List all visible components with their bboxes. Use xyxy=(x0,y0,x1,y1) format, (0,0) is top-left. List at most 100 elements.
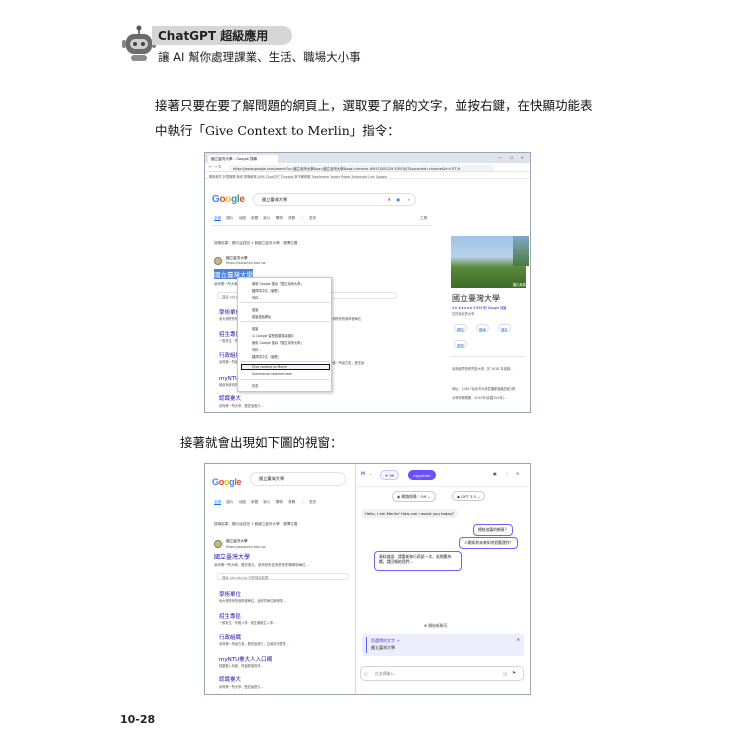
nav-arrows-icon[interactable]: ← → ↻ xyxy=(209,164,222,169)
summarize-selected-text-item[interactable]: Summarize selected text xyxy=(252,372,292,376)
merlin-chat-input[interactable]: ▢ 在這裡輸入... ◫ xyxy=(360,666,524,681)
context-menu-item[interactable]: 複製連結網址 xyxy=(252,314,271,319)
sitelink-desc: 臺灣第一所大學，歷史最悠久... xyxy=(219,404,264,408)
sitelink-desc: 臺大學院系所與學程單位，含研究單位與學院... xyxy=(219,599,286,603)
campus-photo-side[interactable] xyxy=(513,236,529,266)
search-icon[interactable]: ⌕ xyxy=(408,197,410,202)
result-title[interactable]: 國立臺灣大學 xyxy=(214,552,250,561)
tab-books[interactable]: 書籍 xyxy=(288,500,295,504)
image-icon[interactable]: ◫ xyxy=(503,671,507,676)
sitelink-title[interactable]: 認識臺大 xyxy=(219,394,241,402)
tab-all[interactable]: 全部 xyxy=(214,216,222,221)
sitelink-title[interactable]: myNTU臺大人入口網 xyxy=(219,655,272,663)
mic-icon[interactable]: ● xyxy=(396,197,400,202)
sitelink-title[interactable]: 認識臺大 xyxy=(219,675,241,683)
page-header: ChatGPT 超級應用 讓 AI 幫你處理課業、生活、職場大小事 xyxy=(122,22,422,66)
context-menu-item[interactable]: 翻譯成中文（繁體） xyxy=(252,288,281,293)
sitelink-desc: 臺灣第一所最古老，歷史最悠久... xyxy=(219,360,237,364)
merlin-greeting: Hello, I am Merlin! How can I assist you… xyxy=(361,509,458,518)
tab-videos[interactable]: 影片 xyxy=(263,500,270,504)
search-input[interactable]: 國立臺灣大學 xyxy=(250,472,346,486)
sitelink-title[interactable]: 行政組織 xyxy=(219,633,241,641)
tab-shopping[interactable]: 購物 xyxy=(276,216,283,220)
website-button[interactable]: 網站 xyxy=(454,324,467,332)
sitelink-desc: 臺大學院系所與學程單位 xyxy=(219,317,237,321)
new-chat-button[interactable]: ⊕ 開始新聊天 xyxy=(424,623,447,629)
more-icon[interactable]: ⋮ xyxy=(505,471,509,476)
attach-icon[interactable]: ▢ xyxy=(364,671,368,676)
sitelink-desc: 個臺系統資訊... xyxy=(219,383,237,387)
address-bar: ← → ↻ https://www.google.com/search?q=國立… xyxy=(205,163,530,172)
merlin-reply: 資料錯誤：請重新執行再試一次，若問題持續，請回報給我們... xyxy=(374,551,462,571)
context-menu-item[interactable]: 列印... xyxy=(252,295,261,300)
search-tabs: 全部 圖片 地圖 新聞 影片 購物 書籍 ⋮ 更多 xyxy=(214,216,316,221)
tab-maps[interactable]: 地圖 xyxy=(239,500,246,504)
context-menu-item[interactable]: 使用 Google 搜尋「國立臺灣大學」 xyxy=(252,340,304,345)
search-tabs: 全部 圖片 地圖 新聞 影片 購物 書籍 ⋮ 更多 xyxy=(214,500,316,505)
suggestion-chip[interactable]: 人類如何未來如何對應運作？ xyxy=(459,537,519,549)
chevron-down-icon[interactable]: ⌄ xyxy=(369,471,372,476)
web-access-toggle[interactable]: ◉ 網路搜尋：Off ⌄ xyxy=(392,491,436,502)
merlin-panel: M ⌄ ✦ 99 Upgrade! ▣ ⋮ ✕ ◉ 網路搜尋：Off ⌄ ◆ G… xyxy=(355,465,530,694)
sitelink-title[interactable]: 招生專區 xyxy=(219,612,241,620)
sitelink-desc: 校園登入系統，快速連接資訊... xyxy=(219,664,264,668)
menu-divider xyxy=(240,361,330,362)
sitelink-desc: 一般考生 · 外籍入學 · 僑生... xyxy=(219,339,237,343)
menu-divider xyxy=(240,321,330,322)
sitelink-title[interactable]: 學術單位 xyxy=(219,590,241,598)
entity-address: 地址：10617台北市大安區羅斯福路四段1號 xyxy=(452,387,516,391)
give-context-to-merlin-item[interactable]: Give context to Merlin xyxy=(252,365,287,369)
context-menu-item[interactable]: 複製 xyxy=(252,326,258,331)
close-icon[interactable]: ✕ xyxy=(517,637,520,642)
tab-images[interactable]: 圖片 xyxy=(226,216,233,220)
upgrade-button[interactable]: Upgrade! xyxy=(408,470,436,480)
tab-books[interactable]: 書籍 xyxy=(288,216,295,220)
tab-videos[interactable]: 影片 xyxy=(263,216,270,220)
context-menu-item[interactable]: 列印... xyxy=(252,347,261,352)
tab-maps[interactable]: 地圖 xyxy=(239,216,246,220)
tab-shopping[interactable]: 購物 xyxy=(276,500,283,504)
save-button[interactable]: 儲存 xyxy=(498,324,511,332)
sitelink-desc: 臺灣第一所最古老，歷史最悠久，且最具代表性... xyxy=(219,642,289,646)
context-menu-item[interactable]: 以 Google 智慧鏡頭搜尋圖片 xyxy=(252,333,294,338)
context-menu-item[interactable]: 複製 xyxy=(252,307,258,312)
menu-divider xyxy=(240,379,330,380)
merlin-logo-icon[interactable]: M xyxy=(361,471,365,476)
browser-tab[interactable]: 國立臺灣大學 - Google 搜尋 xyxy=(208,155,278,163)
inspect-item[interactable]: 檢查 xyxy=(252,383,258,388)
clear-icon[interactable]: ✕ xyxy=(387,197,391,202)
merlin-toolbar: M ⌄ ✦ 99 Upgrade! ▣ ⋮ ✕ xyxy=(356,465,530,487)
tab-news[interactable]: 新聞 xyxy=(251,500,258,504)
instruction-paragraph: 接著只要在要了解問題的網頁上，選取要了解的文字，並按右鍵，在快顯功能表中執行「G… xyxy=(155,98,593,138)
send-icon[interactable]: ➤ xyxy=(512,670,520,677)
tab-more[interactable]: ⋮ 更多 xyxy=(300,500,316,504)
suggestion-chip[interactable]: 總結這篇的網頁？ xyxy=(473,524,514,536)
entity-type: 位於臺北的大學 xyxy=(452,312,475,316)
tab-tools[interactable]: 工具 xyxy=(420,216,427,221)
tab-more[interactable]: ⋮ 更多 xyxy=(300,216,316,220)
call-button[interactable]: 撥號 xyxy=(454,340,467,348)
result-url[interactable]: https://www.ntu.edu.tw xyxy=(226,545,266,549)
model-select[interactable]: ◆ GPT 3.5 ⌄ xyxy=(452,491,486,501)
tab-news[interactable]: 新聞 xyxy=(251,216,258,220)
directions-button[interactable]: 路線 xyxy=(476,324,489,332)
site-search-input[interactable]: 搜尋 ntu.edu.tw 內的搜尋結果 xyxy=(217,573,349,580)
google-logo: Google xyxy=(212,477,242,487)
close-icon[interactable]: ✕ xyxy=(516,471,519,476)
book-subtitle: 讓 AI 幫你處理課業、生活、職場大小事 xyxy=(158,50,361,64)
context-menu-item[interactable]: 翻譯成中文（繁體） xyxy=(252,354,281,359)
search-input[interactable]: 國立臺灣大學 ✕ ● ⌕ xyxy=(253,193,416,206)
url-field[interactable]: https://www.google.com/search?q=國立臺灣大學&o… xyxy=(229,164,494,171)
screenshot-icon[interactable]: ▣ xyxy=(493,471,497,476)
tab-images[interactable]: 圖片 xyxy=(226,500,233,504)
rating[interactable]: 4.6 ★★★★★ 5,659 則 Google 評論 xyxy=(452,305,506,310)
window-controls[interactable]: — ☐ ✕ xyxy=(499,155,527,160)
tab-all[interactable]: 全部 xyxy=(214,500,222,505)
context-menu-item[interactable]: 使用 Google 搜尋「國立臺灣大學」 xyxy=(252,281,304,286)
result-url[interactable]: https://www.ntu.edu.tw xyxy=(226,261,266,265)
bookmarks-bar[interactable]: 應用程式 社群媒體 參考 電腦維護 APIS ChatGPT Threads 電… xyxy=(205,172,530,179)
location-note: 搜尋結果：顯示這四回 1 個國立臺灣大學 · 選擇位置 xyxy=(214,522,298,526)
context-accent-bar xyxy=(366,637,367,653)
page-number: 10-28 xyxy=(120,713,156,726)
result-paragraph: 接著就會出現如下圖的視窗： xyxy=(180,435,343,450)
